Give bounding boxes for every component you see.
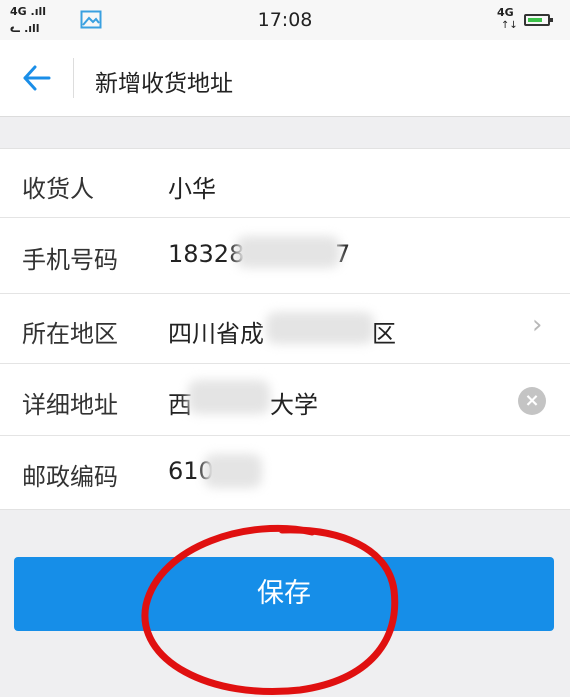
nav-divider: [73, 58, 74, 98]
network-4g-label: 4G: [497, 6, 514, 19]
postal-label: 邮政编码: [22, 463, 118, 491]
address-redaction: [188, 380, 270, 414]
phone-label: 手机号码: [22, 246, 118, 274]
postal-field[interactable]: 邮政编码 610: [0, 436, 570, 509]
clock: 17:08: [257, 9, 313, 31]
recipient-value[interactable]: 小华: [168, 169, 216, 204]
address-form: 收货人 小华 手机号码 18328 7 所在地区 四川省成 区 › 详细地址 西…: [0, 148, 570, 510]
phone-value-prefix[interactable]: 18328: [168, 240, 244, 268]
page-title: 新增收货地址: [95, 71, 233, 97]
region-redaction: [266, 312, 374, 344]
region-value-suffix[interactable]: 区: [372, 314, 396, 349]
phone-field[interactable]: 手机号码 18328 7: [0, 218, 570, 294]
save-button[interactable]: 保存: [14, 557, 554, 631]
region-label: 所在地区: [22, 320, 118, 348]
phone-redaction: [236, 236, 340, 268]
chevron-right-icon[interactable]: ›: [532, 310, 542, 340]
region-value-prefix[interactable]: 四川省成: [168, 314, 264, 349]
postal-redaction: [204, 454, 262, 488]
address-field[interactable]: 详细地址 西 大学 ×: [0, 364, 570, 436]
battery-icon: [524, 14, 553, 26]
back-button[interactable]: [20, 62, 54, 94]
arrow-left-icon: [23, 65, 51, 91]
recipient-label: 收货人: [22, 175, 94, 203]
status-bar: 4G .ıll ᓚ .ıll 17:08 4G ↑↓: [0, 0, 570, 40]
clear-icon[interactable]: ×: [518, 387, 546, 415]
navigation-bar: 新增收货地址: [0, 40, 570, 117]
address-value-suffix[interactable]: 大学: [270, 385, 318, 420]
address-label: 详细地址: [22, 391, 118, 419]
data-arrows-icon: ↑↓: [501, 20, 518, 31]
recipient-field[interactable]: 收货人 小华: [0, 149, 570, 218]
region-field[interactable]: 所在地区 四川省成 区 ›: [0, 294, 570, 364]
